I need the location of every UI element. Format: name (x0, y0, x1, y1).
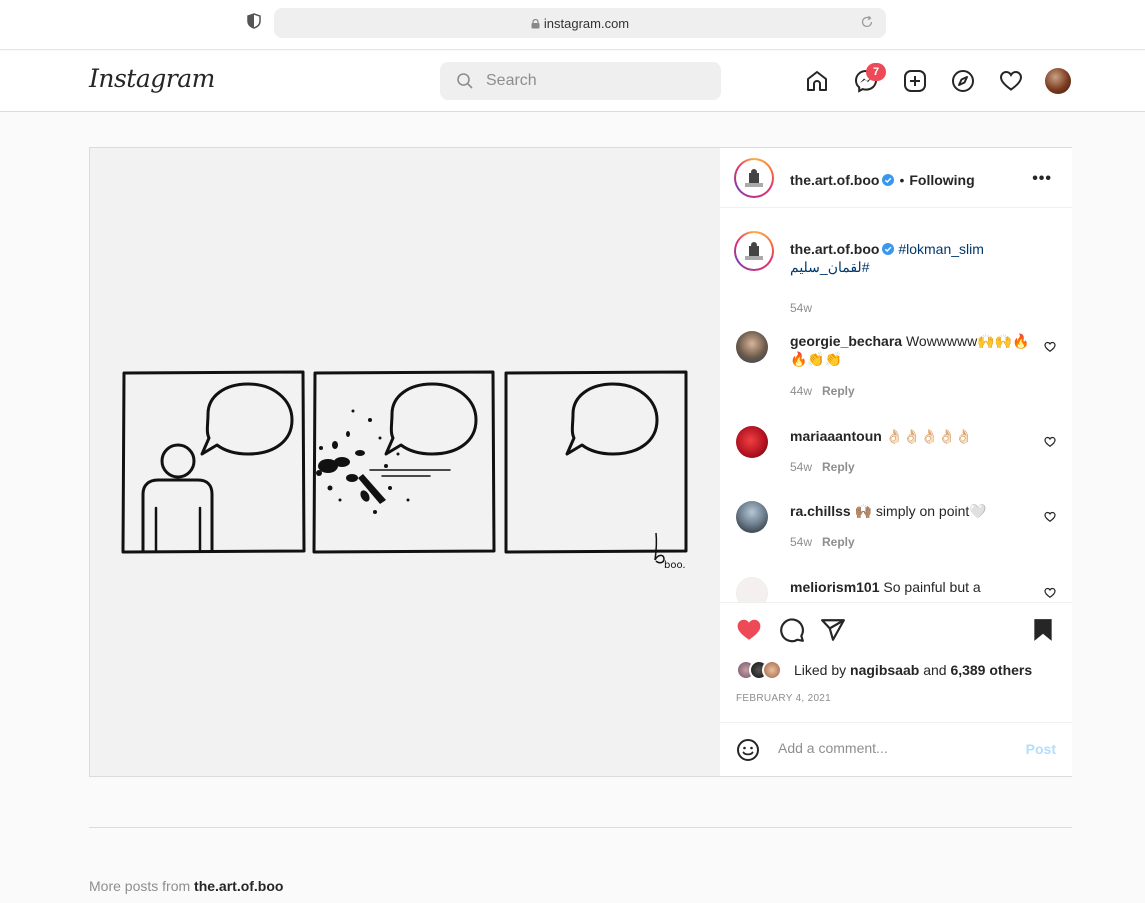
more-posts-heading: More posts from the.art.of.boo (89, 878, 283, 894)
comment-bubble-icon[interactable] (779, 617, 805, 643)
comment-text: ra.chillss 🙌🏽 simply on point🤍 (790, 502, 1030, 520)
likes-count[interactable]: 6,389 others (950, 662, 1032, 678)
commenter-avatar[interactable] (736, 331, 768, 363)
comment-like-heart-icon[interactable] (1044, 341, 1056, 353)
comment-time: 54w (790, 535, 813, 549)
comment-username[interactable]: ra.chillss (790, 503, 851, 519)
profile-avatar[interactable] (1045, 68, 1071, 94)
following-button[interactable]: Following (909, 172, 974, 188)
comment-meta: 54w Reply (790, 535, 855, 549)
comment-input[interactable] (778, 740, 998, 756)
comment-text: mariaaantoun 👌🏻👌🏻👌🏻👌🏻👌🏻 (790, 427, 1030, 445)
commenter-avatar[interactable] (736, 501, 768, 533)
search-input[interactable]: Search (440, 62, 721, 100)
commenter-avatar[interactable] (736, 577, 768, 602)
liker-avatar[interactable] (762, 660, 782, 680)
instagram-logo[interactable]: Instagram (89, 64, 215, 93)
post-card: boo. the.art.of.boo • Following ••• the.… (89, 147, 1072, 777)
post-header: the.art.of.boo • Following ••• (720, 148, 1072, 208)
reload-icon[interactable] (860, 15, 874, 29)
search-icon (457, 73, 473, 89)
more-posts-prefix: More posts from (89, 878, 191, 894)
post-header-text: the.art.of.boo • Following (790, 172, 975, 188)
author-username[interactable]: the.art.of.boo (790, 172, 879, 188)
reply-button[interactable]: Reply (822, 384, 855, 398)
home-icon[interactable] (805, 69, 829, 93)
verified-badge-icon (882, 174, 895, 186)
comment-text: meliorism101 So painful but a (790, 578, 1030, 596)
caption-time: 54w (790, 301, 813, 315)
post-image[interactable]: boo. (90, 148, 720, 776)
comment-username[interactable]: meliorism101 (790, 579, 880, 595)
comment-meta: 44w Reply (790, 384, 855, 398)
comment-like-heart-icon[interactable] (1044, 511, 1056, 523)
post-comment-button[interactable]: Post (1026, 741, 1056, 757)
lock-icon (531, 19, 540, 29)
comment-body: So painful but a (883, 579, 981, 595)
comments-list[interactable]: the.art.of.boo #lokman_slim لقمان_سليم# … (720, 209, 1072, 602)
caption-avatar-icon (745, 242, 763, 260)
comment-time: 54w (790, 460, 813, 474)
liked-by-user[interactable]: nagibsaab (850, 662, 919, 678)
author-avatar-icon (745, 169, 763, 187)
caption-username[interactable]: the.art.of.boo (790, 241, 879, 257)
explore-compass-icon[interactable] (951, 69, 975, 93)
caption-text: the.art.of.boo #lokman_slim لقمان_سليم# (790, 240, 1030, 276)
comment-username[interactable]: mariaaantoun (790, 428, 882, 444)
liked-by-prefix: Liked by (794, 662, 847, 678)
post-sidebar: the.art.of.boo • Following ••• the.art.o… (720, 148, 1072, 776)
messages-badge: 7 (866, 63, 886, 81)
browser-toolbar: instagram.com (0, 0, 1145, 50)
more-posts-user[interactable]: the.art.of.boo (194, 878, 283, 894)
likes-text: Liked by nagibsaab and 6,389 others (794, 662, 1032, 678)
share-send-icon[interactable] (820, 617, 846, 643)
hashtag-link[interactable]: #lokman_slim (898, 241, 984, 257)
like-heart-icon[interactable] (736, 617, 762, 643)
save-bookmark-icon[interactable] (1030, 617, 1056, 643)
post-date[interactable]: FEBRUARY 4, 2021 (736, 693, 831, 704)
comment-meta: 54w Reply (790, 460, 855, 474)
post-actions: Liked by nagibsaab and 6,389 others FEBR… (720, 602, 1072, 722)
comment-text: georgie_bechara Wowwwww🙌🙌🔥🔥👏👏 (790, 332, 1030, 368)
caption-avatar-ring[interactable] (734, 231, 774, 271)
more-options-icon[interactable]: ••• (1032, 170, 1052, 188)
header-separator: • (899, 172, 905, 188)
comment-body: 👌🏻👌🏻👌🏻👌🏻👌🏻 (885, 428, 973, 444)
author-avatar-ring[interactable] (734, 158, 774, 198)
instagram-header: Instagram Search 7 (0, 51, 1145, 112)
comment-body: 🙌🏽 simply on point🤍 (854, 503, 987, 519)
url-text: instagram.com (543, 16, 630, 31)
comic-artwork: boo. (121, 370, 688, 571)
comment-like-heart-icon[interactable] (1044, 436, 1056, 448)
new-post-icon[interactable] (903, 69, 927, 93)
add-comment-bar: Post (720, 722, 1072, 776)
reply-button[interactable]: Reply (822, 460, 855, 474)
activity-heart-icon[interactable] (999, 69, 1023, 93)
section-divider (89, 827, 1072, 828)
comment-like-heart-icon[interactable] (1044, 587, 1056, 599)
search-placeholder: Search (486, 72, 537, 89)
artist-signature: boo. (664, 560, 686, 571)
hashtag-link-arabic[interactable]: لقمان_سليم# (790, 259, 869, 275)
reply-button[interactable]: Reply (822, 535, 855, 549)
emoji-smiley-icon[interactable] (736, 738, 760, 762)
comment-time: 44w (790, 384, 813, 398)
comment-username[interactable]: georgie_bechara (790, 333, 902, 349)
privacy-shield-icon[interactable] (247, 13, 261, 29)
liked-by-and: and (923, 662, 947, 678)
verified-badge-icon (882, 243, 895, 255)
address-bar[interactable]: instagram.com (274, 8, 886, 38)
commenter-avatar[interactable] (736, 426, 768, 458)
